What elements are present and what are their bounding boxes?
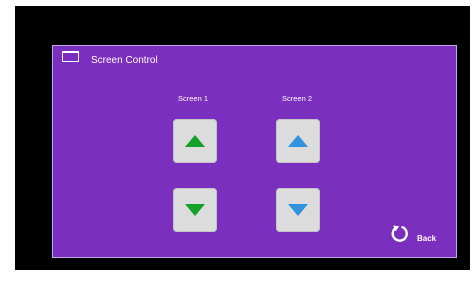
- screen-1-down-button[interactable]: [173, 188, 217, 232]
- refresh-icon: [391, 225, 408, 242]
- screen-icon: [62, 51, 79, 62]
- arrow-down-icon: [185, 204, 205, 216]
- arrow-up-icon: [288, 135, 308, 147]
- screen-2-up-button[interactable]: [276, 119, 320, 163]
- page-title: Screen Control: [91, 55, 158, 66]
- back-button[interactable]: Back: [390, 224, 436, 244]
- screen-1-label: Screen 1: [177, 94, 209, 103]
- back-label: Back: [417, 233, 437, 243]
- screen-2-label: Screen 2: [281, 94, 313, 103]
- arrow-down-icon: [288, 204, 308, 216]
- arrow-up-icon: [185, 135, 205, 147]
- screen-2-down-button[interactable]: [276, 188, 320, 232]
- control-panel: Screen Control Screen 1 Screen 2 Back: [52, 45, 457, 258]
- screen-1-up-button[interactable]: [173, 119, 217, 163]
